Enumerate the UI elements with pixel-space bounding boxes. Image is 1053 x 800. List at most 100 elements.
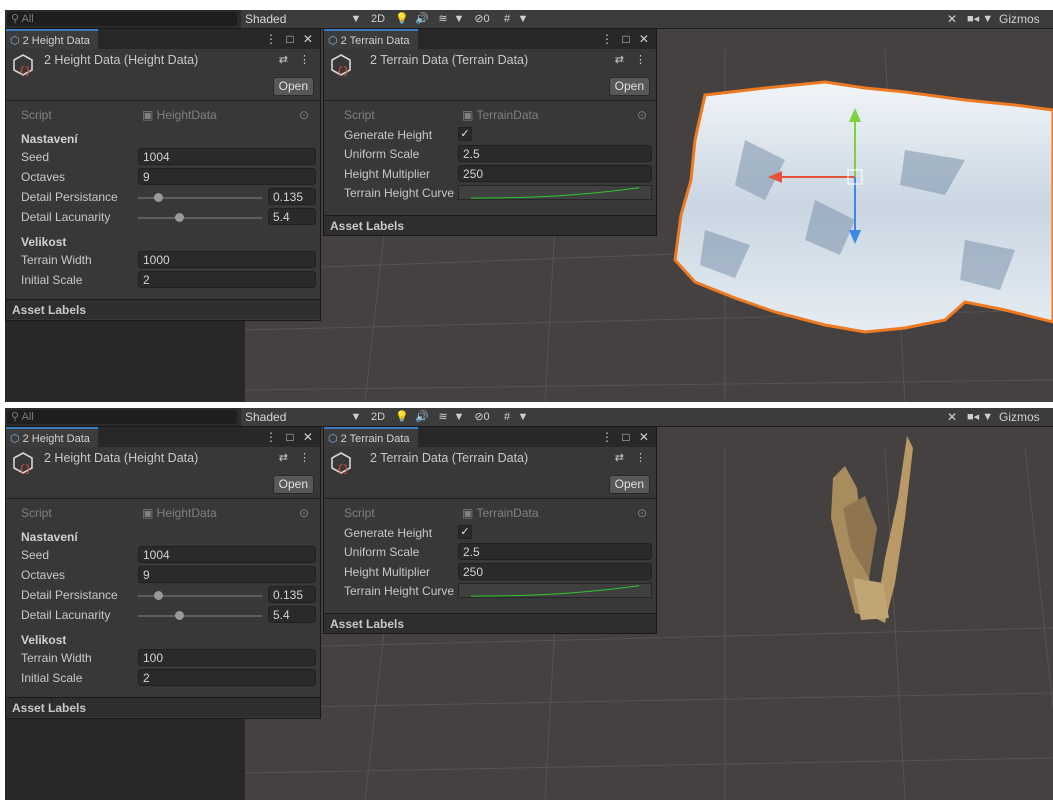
lighting-toggle-icon[interactable]: 💡: [393, 409, 411, 425]
shading-mode-dropdown[interactable]: Shaded: [245, 409, 343, 425]
asset-labels-header[interactable]: Asset Labels: [324, 613, 656, 633]
persistance-slider-handle[interactable]: [153, 193, 163, 202]
height-multiplier-field[interactable]: 250: [458, 165, 652, 182]
header-settings-icons[interactable]: ⇄ ⋮: [279, 451, 314, 464]
scriptable-object-icon: {}: [331, 452, 351, 475]
lighting-toggle-icon[interactable]: 💡: [393, 11, 411, 27]
terrain-data-inspector: ⬡ 2 Terrain Data ⋮ □ ✕ {} 2 Terrain Data …: [323, 426, 657, 634]
section-velikost: Velikost: [21, 633, 67, 647]
object-picker-icon[interactable]: ⊙: [637, 506, 647, 520]
svg-text:{}: {}: [337, 464, 349, 475]
panel-window-controls[interactable]: ⋮ □ ✕: [265, 29, 316, 49]
panel-window-controls[interactable]: ⋮ □ ✕: [601, 427, 652, 447]
shading-dropdown-arrow-icon[interactable]: ▼: [349, 11, 363, 27]
search-icon: ⚲: [11, 13, 22, 25]
asset-title: 2 Height Data (Height Data): [44, 53, 199, 67]
header-settings-icons[interactable]: ⇄ ⋮: [615, 451, 650, 464]
camera-dropdown-icon[interactable]: ■◂ ▼: [967, 409, 993, 425]
header-settings-icons[interactable]: ⇄ ⋮: [615, 53, 650, 66]
svg-text:{}: {}: [19, 66, 31, 77]
height-curve-field[interactable]: [458, 583, 652, 598]
uniform-scale-field[interactable]: 2.5: [458, 543, 652, 560]
open-button[interactable]: Open: [272, 475, 314, 494]
initial-scale-field[interactable]: 2: [138, 669, 316, 686]
open-button[interactable]: Open: [272, 77, 314, 96]
scene-toolbar: Shaded ▼ 2D 💡 🔊 ≋ ▼ ⊘0 # ▼ ✕ ■◂ ▼ Gizmos: [241, 408, 1053, 427]
object-picker-icon[interactable]: ⊙: [299, 108, 309, 122]
grid-toggle-icon[interactable]: #: [499, 409, 515, 425]
uniform-scale-field[interactable]: 2.5: [458, 145, 652, 162]
persistance-field[interactable]: 0.135: [268, 188, 316, 205]
persistance-slider-handle[interactable]: [153, 591, 163, 600]
asset-labels-header[interactable]: Asset Labels: [324, 215, 656, 235]
asset-labels-header[interactable]: Asset Labels: [6, 299, 320, 319]
asset-labels-header[interactable]: Asset Labels: [6, 697, 320, 717]
effects-toggle-icon[interactable]: ≋: [435, 11, 451, 27]
tools-icon[interactable]: ✕: [947, 11, 957, 27]
effects-dropdown-arrow-icon[interactable]: ▼: [453, 11, 465, 27]
shading-mode-dropdown[interactable]: Shaded: [245, 11, 343, 27]
height-curve-field[interactable]: [458, 185, 652, 200]
object-picker-icon[interactable]: ⊙: [299, 506, 309, 520]
octaves-field[interactable]: 9: [138, 566, 316, 583]
persistance-field[interactable]: 0.135: [268, 586, 316, 603]
lacunarity-slider-track[interactable]: [138, 615, 262, 617]
height-data-inspector: ⬡ 2 Height Data ⋮ □ ✕ {} 2 Height Data (H…: [5, 426, 321, 719]
height-curve-line: [470, 585, 640, 597]
seed-field[interactable]: 1004: [138, 546, 316, 563]
height-curve-label: Terrain Height Curve: [344, 584, 455, 598]
script-label: Script: [21, 108, 52, 122]
object-picker-icon[interactable]: ⊙: [637, 108, 647, 122]
effects-dropdown-arrow-icon[interactable]: ▼: [453, 409, 465, 425]
terrain-width-field[interactable]: 100: [138, 649, 316, 666]
generate-height-checkbox[interactable]: ✓: [458, 525, 472, 539]
hidden-objects-toggle-icon[interactable]: ⊘0: [469, 11, 495, 27]
generate-height-checkbox[interactable]: ✓: [458, 127, 472, 141]
height-curve-line: [470, 187, 640, 199]
grid-toggle-icon[interactable]: #: [499, 11, 515, 27]
tab-height-data[interactable]: ⬡ 2 Height Data: [6, 29, 98, 49]
tab-height-data[interactable]: ⬡ 2 Height Data: [6, 427, 98, 447]
panel-window-controls[interactable]: ⋮ □ ✕: [601, 29, 652, 49]
gizmos-dropdown[interactable]: Gizmos: [999, 11, 1040, 27]
open-button[interactable]: Open: [608, 475, 650, 494]
gizmos-dropdown[interactable]: Gizmos: [999, 409, 1040, 425]
scene-toolbar: Shaded ▼ 2D 💡 🔊 ≋ ▼ ⊘0 # ▼ ✕ ■◂ ▼ Gizmos: [241, 10, 1053, 29]
terrain-width-field[interactable]: 1000: [138, 251, 316, 268]
camera-dropdown-icon[interactable]: ■◂ ▼: [967, 11, 993, 27]
height-multiplier-field[interactable]: 250: [458, 563, 652, 580]
shading-dropdown-arrow-icon[interactable]: ▼: [349, 409, 363, 425]
lacunarity-slider-handle[interactable]: [174, 611, 184, 620]
header-settings-icons[interactable]: ⇄ ⋮: [279, 53, 314, 66]
audio-toggle-icon[interactable]: 🔊: [413, 409, 431, 425]
scriptable-object-icon: {}: [331, 54, 351, 77]
2d-toggle-button[interactable]: 2D: [367, 409, 389, 425]
search-icon: ⚲: [11, 411, 22, 423]
asset-title: 2 Height Data (Height Data): [44, 451, 199, 465]
terrain-data-tabbar: ⬡ 2 Terrain Data ⋮ □ ✕: [324, 29, 656, 49]
grid-dropdown-arrow-icon[interactable]: ▼: [517, 409, 529, 425]
script-file-icon: ▣: [142, 108, 157, 122]
grid-dropdown-arrow-icon[interactable]: ▼: [517, 11, 529, 27]
open-button[interactable]: Open: [608, 77, 650, 96]
2d-toggle-button[interactable]: 2D: [367, 11, 389, 27]
script-label: Script: [344, 108, 375, 122]
audio-toggle-icon[interactable]: 🔊: [413, 11, 431, 27]
effects-toggle-icon[interactable]: ≋: [435, 409, 451, 425]
svg-text:{}: {}: [337, 66, 349, 77]
tools-icon[interactable]: ✕: [947, 409, 957, 425]
hierarchy-search-input[interactable]: ⚲ All: [7, 12, 237, 26]
lacunarity-slider-handle[interactable]: [174, 213, 184, 222]
panel-window-controls[interactable]: ⋮ □ ✕: [265, 427, 316, 447]
initial-scale-field[interactable]: 2: [138, 271, 316, 288]
hidden-objects-toggle-icon[interactable]: ⊘0: [469, 409, 495, 425]
seed-field[interactable]: 1004: [138, 148, 316, 165]
lacunarity-slider-track[interactable]: [138, 217, 262, 219]
lacunarity-field[interactable]: 5.4: [268, 208, 316, 225]
octaves-field[interactable]: 9: [138, 168, 316, 185]
persistance-label: Detail Persistance: [21, 190, 118, 204]
lacunarity-field[interactable]: 5.4: [268, 606, 316, 623]
tab-terrain-data[interactable]: ⬡ 2 Terrain Data: [324, 427, 418, 447]
hierarchy-search-input[interactable]: ⚲ All: [7, 410, 237, 424]
tab-terrain-data[interactable]: ⬡ 2 Terrain Data: [324, 29, 418, 49]
